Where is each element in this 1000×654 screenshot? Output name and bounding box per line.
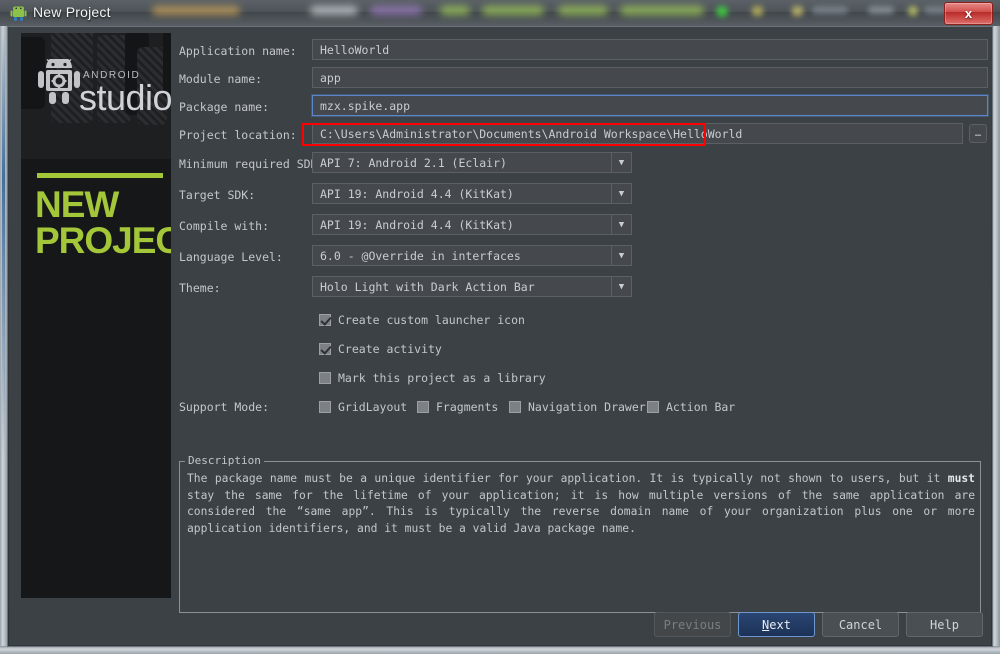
new-project-window: New Project x ANDROID studio NEW PROJEC …	[0, 0, 1000, 654]
create-activity-checkbox[interactable]	[319, 343, 331, 355]
screen: New Project x ANDROID studio NEW PROJEC …	[0, 0, 1000, 654]
fragments-checkbox[interactable]	[417, 401, 429, 413]
package-name-label: Package name:	[179, 100, 270, 114]
description-text-part1: The package name must be a unique identi…	[187, 472, 948, 485]
gridlayout-checkbox[interactable]	[319, 401, 331, 413]
target-sdk-value: API 19: Android 4.4 (KitKat)	[320, 186, 514, 201]
description-text-part2: stay the same for the lifetime of your a…	[187, 488, 975, 535]
navigation-drawer-label: Navigation Drawer	[528, 400, 646, 414]
window-titlebar: New Project x	[0, 0, 1000, 26]
close-button[interactable]: x	[944, 2, 993, 25]
chevron-down-icon: ▼	[611, 246, 631, 265]
minimum-sdk-value: API 7: Android 2.1 (Eclair)	[320, 155, 507, 170]
minimum-sdk-select[interactable]: API 7: Android 2.1 (Eclair) ▼	[312, 152, 632, 173]
application-name-label: Application name:	[179, 44, 297, 58]
window-frame-right	[992, 26, 1000, 654]
previous-button[interactable]: Previous	[654, 612, 731, 637]
cancel-button[interactable]: Cancel	[822, 612, 899, 637]
chevron-down-icon: ▼	[611, 277, 631, 296]
help-button[interactable]: Help	[906, 612, 983, 637]
blurred-background-text	[140, 0, 710, 26]
navigation-drawer-checkbox[interactable]	[509, 401, 521, 413]
next-button-label-rest: ext	[769, 617, 791, 632]
support-mode-fragments-row[interactable]: Fragments	[417, 400, 498, 414]
window-frame-bottom	[0, 646, 1000, 654]
create-activity-label: Create activity	[338, 342, 442, 356]
language-level-select[interactable]: 6.0 - @Override in interfaces ▼	[312, 245, 632, 266]
project-location-input[interactable]	[312, 123, 963, 144]
support-mode-action-bar-row[interactable]: Action Bar	[647, 400, 735, 414]
support-mode-gridlayout-row[interactable]: GridLayout	[319, 400, 407, 414]
compile-with-select[interactable]: API 19: Android 4.4 (KitKat) ▼	[312, 214, 632, 235]
language-level-value: 6.0 - @Override in interfaces	[320, 248, 521, 263]
module-name-input[interactable]	[312, 67, 988, 88]
description-text-emphasis: must	[947, 472, 975, 485]
create-custom-launcher-icon-checkbox-row[interactable]: Create custom launcher icon	[319, 313, 525, 327]
gridlayout-label: GridLayout	[338, 400, 408, 414]
android-robot-icon	[10, 5, 27, 22]
chevron-down-icon: ▼	[611, 153, 631, 172]
action-bar-checkbox[interactable]	[647, 401, 659, 413]
create-custom-launcher-icon-label: Create custom launcher icon	[338, 313, 525, 327]
package-name-input[interactable]	[312, 95, 988, 116]
mark-as-library-checkbox-row[interactable]: Mark this project as a library	[319, 371, 546, 385]
mark-as-library-label: Mark this project as a library	[338, 371, 546, 385]
module-name-label: Module name:	[179, 72, 263, 86]
theme-value: Holo Light with Dark Action Bar	[320, 279, 535, 294]
window-title: New Project	[33, 4, 111, 20]
target-sdk-select[interactable]: API 19: Android 4.4 (KitKat) ▼	[312, 183, 632, 204]
description-legend: Description	[185, 454, 264, 467]
create-activity-checkbox-row[interactable]: Create activity	[319, 342, 442, 356]
theme-label: Theme:	[179, 281, 221, 295]
blurred-tray-icons	[700, 0, 955, 26]
chevron-down-icon: ▼	[611, 184, 631, 203]
compile-with-value: API 19: Android 4.4 (KitKat)	[320, 217, 514, 232]
minimum-sdk-label: Minimum required SDK:	[179, 157, 325, 171]
dialog-body: ANDROID studio NEW PROJECT Application n…	[9, 27, 991, 645]
next-button-mnemonic: N	[762, 617, 770, 632]
create-custom-launcher-icon-checkbox[interactable]	[319, 314, 331, 326]
chevron-down-icon: ▼	[611, 215, 631, 234]
support-mode-navigation-drawer-row[interactable]: Navigation Drawer	[509, 400, 646, 414]
next-button[interactable]: Next	[738, 612, 815, 637]
support-mode-label: Support Mode:	[179, 400, 270, 414]
action-bar-label: Action Bar	[666, 400, 736, 414]
project-location-label: Project location:	[179, 128, 297, 142]
target-sdk-label: Target SDK:	[179, 188, 256, 202]
application-name-input[interactable]	[312, 39, 988, 60]
mark-as-library-checkbox[interactable]	[319, 372, 331, 384]
description-text: The package name must be a unique identi…	[187, 471, 975, 537]
window-frame-accent	[2, 26, 5, 456]
fragments-label: Fragments	[436, 400, 499, 414]
language-level-label: Language Level:	[179, 250, 283, 264]
theme-select[interactable]: Holo Light with Dark Action Bar ▼	[312, 276, 632, 297]
compile-with-label: Compile with:	[179, 219, 270, 233]
project-location-browse-button[interactable]: …	[969, 124, 987, 143]
project-form: Application name: Module name: Package n…	[9, 27, 991, 645]
